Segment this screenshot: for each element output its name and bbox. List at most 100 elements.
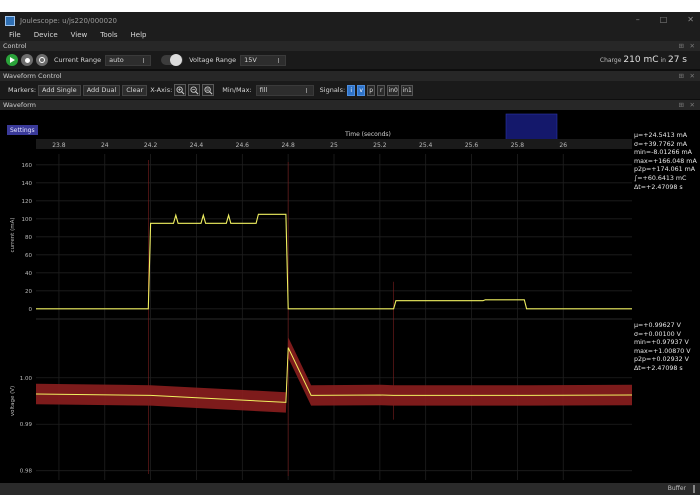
add-dual-marker-button[interactable]: Add Dual <box>82 84 121 96</box>
menu-help[interactable]: Help <box>131 31 147 39</box>
minmax-value: fill <box>259 86 268 94</box>
settings-button[interactable]: Settings <box>7 125 38 135</box>
current-range-select[interactable]: auto <box>105 54 152 66</box>
x-tick-label: 25.4 <box>419 142 433 149</box>
current-range-value: auto <box>109 56 124 64</box>
voltage-stat-line: σ=+0.00100 V <box>634 330 681 338</box>
y-tick-label: 120 <box>22 199 33 205</box>
window-title: Joulescope: u/js220/000020 <box>20 16 117 25</box>
charge-value: 210 mC <box>623 55 659 65</box>
signal-in1-toggle[interactable]: in1 <box>401 84 414 96</box>
markers-label: Markers: <box>8 86 37 94</box>
time-region-highlight <box>505 113 558 143</box>
y-tick-label: 0.98 <box>20 469 33 475</box>
voltage-stat-line: Δt=+2.47098 s <box>634 364 683 372</box>
maximize-icon[interactable]: □ <box>660 15 668 24</box>
add-single-marker-button[interactable]: Add Single <box>38 84 81 96</box>
x-tick-label: 24.8 <box>281 142 295 149</box>
x-tick-label: 24.4 <box>190 142 204 149</box>
current-stat-line: Δt=+2.47098 s <box>634 183 683 191</box>
panel-close-icon[interactable]: ✕ <box>690 72 695 80</box>
voltage-axis-label: voltage (V) <box>10 386 16 416</box>
current-range-label: Current Range <box>54 56 102 64</box>
x-axis-title: Time (seconds) <box>344 131 391 138</box>
y-tick-label: 80 <box>25 235 32 241</box>
record-button[interactable] <box>21 54 33 66</box>
waveform-control-title: Waveform Control <box>3 72 62 80</box>
signal-p-toggle[interactable]: p <box>367 84 376 96</box>
buffer-indicator <box>693 485 695 493</box>
menu-bar: File Device View Tools Help <box>0 29 700 41</box>
x-tick-label: 24.2 <box>144 142 158 149</box>
menu-tools[interactable]: Tools <box>100 31 117 39</box>
play-button[interactable] <box>6 54 18 66</box>
menu-view[interactable]: View <box>71 31 88 39</box>
control-panel-header: Control ⊞ ✕ <box>0 41 700 51</box>
minmax-select[interactable]: fill <box>255 84 314 96</box>
current-stat-line: μ=+24.5413 mA <box>634 132 688 139</box>
y-tick-label: 0.99 <box>20 422 33 428</box>
signals-label: Signals: <box>319 86 346 94</box>
x-tick-label: 25.6 <box>465 142 479 149</box>
voltage-stat-line: μ=+0.99627 V <box>634 322 681 329</box>
control-panel-title: Control <box>3 42 27 50</box>
minimize-icon[interactable]: – <box>636 15 640 24</box>
zoom-all-button[interactable] <box>202 84 215 96</box>
screen-top-strip <box>0 0 700 12</box>
dock-icon[interactable]: ⊞ <box>679 72 684 80</box>
signal-in0-toggle[interactable]: in0 <box>387 84 400 96</box>
voltage-stat-line: p2p=+0.02932 V <box>634 356 689 364</box>
voltage-stat-line: min=+0.97937 V <box>634 339 689 347</box>
minmax-label: Min/Max: <box>222 86 252 94</box>
dock-icon[interactable]: ⊞ <box>679 42 684 50</box>
zoom-in-icon <box>176 85 185 94</box>
waveform-panel-title: Waveform <box>3 101 36 109</box>
chevron-down-icon <box>305 87 311 93</box>
charge-in: in <box>660 57 666 64</box>
current-stat-line: σ=+39.7762 mA <box>634 140 688 148</box>
clear-markers-button[interactable]: Clear <box>122 84 148 96</box>
current-stat-line: ∫=+60.6413 mC <box>634 174 687 182</box>
current-stat-line: max=+166.048 mA <box>634 157 697 165</box>
x-tick-label: 23.8 <box>52 142 66 149</box>
panel-close-icon[interactable]: ✕ <box>690 42 695 50</box>
app-logo-icon <box>5 15 15 26</box>
charge-label: Charge <box>599 57 622 64</box>
zoom-out-button[interactable] <box>188 84 201 96</box>
close-icon[interactable]: ✕ <box>687 15 694 24</box>
options-button[interactable] <box>36 54 48 66</box>
waveform-panel-header: Waveform ⊞ ✕ <box>0 100 700 110</box>
x-tick-label: 24.6 <box>236 142 250 149</box>
y-tick-label: 20 <box>25 289 32 295</box>
title-bar: Joulescope: u/js220/000020 – □ ✕ <box>0 12 700 29</box>
voltage-range-select[interactable]: 15V <box>240 54 287 66</box>
x-axis-label: X-Axis: <box>150 86 173 94</box>
zoom-out-icon <box>190 85 199 94</box>
waveform-control-toolbar: Markers: Add Single Add Dual Clear X-Axi… <box>0 81 700 99</box>
voltage-toggle[interactable] <box>161 54 184 66</box>
zoom-in-button[interactable] <box>174 84 187 96</box>
y-tick-label: 1.00 <box>20 376 33 382</box>
voltage-stat-line: max=+1.00870 V <box>634 347 691 355</box>
x-tick-label: 25.2 <box>373 142 387 149</box>
y-tick-label: 60 <box>25 253 32 259</box>
waveform-area[interactable]: Time (seconds) 23.8 24 24.2 24.4 24.6 24.8 25 2… <box>0 110 700 483</box>
dock-icon[interactable]: ⊞ <box>679 101 684 109</box>
menu-file[interactable]: File <box>9 31 21 39</box>
signal-v-toggle[interactable]: v <box>357 84 366 96</box>
current-stat-line: p2p=+174.061 mA <box>634 166 696 174</box>
panel-close-icon[interactable]: ✕ <box>690 101 695 109</box>
y-tick-label: 40 <box>25 271 32 277</box>
current-stat-line: min=-8.01266 mA <box>634 149 692 157</box>
voltage-range-label: Voltage Range <box>189 56 237 64</box>
chevron-down-icon <box>143 57 148 63</box>
signal-i-toggle[interactable]: i <box>347 84 356 96</box>
y-tick-label: 0 <box>29 307 33 313</box>
zoom-all-icon <box>204 85 213 94</box>
x-tick-label: 24 <box>101 142 109 149</box>
waveform-plot[interactable]: Time (seconds) 23.8 24 24.2 24.4 24.6 24.8 25 2… <box>0 110 700 483</box>
menu-device[interactable]: Device <box>34 31 58 39</box>
y-tick-label: 160 <box>22 163 33 169</box>
signal-r-toggle[interactable]: r <box>377 84 386 96</box>
buffer-label: Buffer <box>667 485 686 492</box>
